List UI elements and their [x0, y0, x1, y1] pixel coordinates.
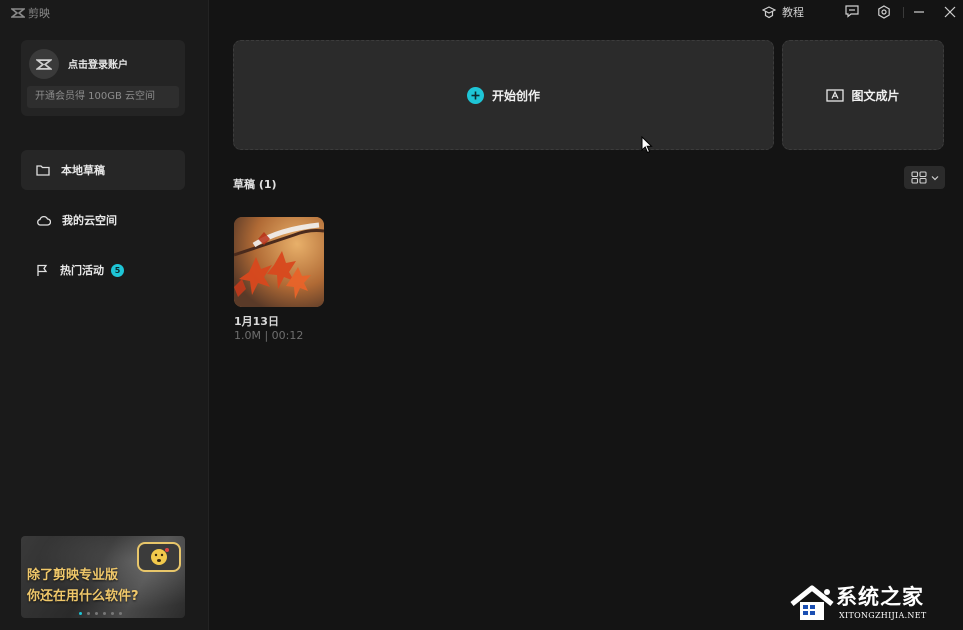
draft-meta: 1.0M | 00:12: [234, 329, 304, 342]
maple-leaves-image: [234, 217, 324, 307]
watermark-title: 系统之家: [836, 585, 924, 609]
feedback-icon: [845, 5, 859, 18]
sidebar: 剪映 点击登录账户 开通会员得 100GB 云空间 本地草稿 我的云空间 热门活…: [0, 0, 209, 630]
carousel-dot[interactable]: [79, 612, 82, 615]
text-to-video-label: 图文成片: [851, 88, 900, 103]
chevron-down-icon: [931, 175, 938, 180]
carousel-dot[interactable]: [95, 612, 98, 615]
graduation-cap-icon: [762, 5, 776, 18]
capcut-avatar-icon: [36, 58, 52, 70]
mouse-cursor-icon: [641, 136, 653, 154]
notification-badge: 5: [111, 263, 124, 277]
plus-icon: [466, 86, 484, 104]
promo-title-line2: 你还在用什么软件?: [27, 589, 139, 604]
login-link[interactable]: 点击登录账户: [68, 56, 128, 71]
grid-view-icon: [910, 171, 927, 184]
promo-title-line1: 除了剪映专业版: [27, 568, 119, 583]
text-image-icon: [826, 89, 845, 102]
flag-icon: [37, 264, 48, 276]
promo-banner[interactable]: 除了剪映专业版 你还在用什么软件?: [21, 536, 185, 618]
sidebar-item-label: 热门活动: [60, 264, 104, 277]
house-logo-icon: [790, 585, 834, 620]
carousel-dot[interactable]: [111, 612, 114, 615]
minimize-icon: [914, 11, 924, 13]
capcut-logo-icon: [11, 8, 25, 18]
sidebar-item-local-drafts[interactable]: 本地草稿: [21, 150, 185, 190]
folder-icon: [36, 165, 50, 176]
settings-button[interactable]: [877, 5, 891, 19]
minimize-button[interactable]: [913, 5, 925, 19]
avatar[interactable]: [29, 49, 59, 79]
account-card[interactable]: 点击登录账户 开通会员得 100GB 云空间: [21, 40, 185, 116]
start-creating-button[interactable]: 开始创作: [233, 40, 774, 150]
close-button[interactable]: [944, 5, 956, 19]
topbar-divider: [903, 7, 904, 18]
carousel-dot[interactable]: [119, 612, 122, 615]
drafts-heading: 草稿 (1): [233, 178, 277, 191]
tutorial-button[interactable]: 教程: [762, 4, 804, 20]
cloud-icon: [37, 215, 51, 226]
view-mode-toggle[interactable]: [904, 166, 945, 189]
sidebar-item-hot-events[interactable]: 热门活动 5: [21, 250, 185, 290]
draft-title[interactable]: 1月13日: [234, 313, 279, 329]
start-creating-label: 开始创作: [491, 88, 540, 103]
tutorial-label: 教程: [782, 6, 804, 19]
gear-icon: [878, 5, 890, 19]
text-to-video-button[interactable]: 图文成片: [782, 40, 944, 150]
sidebar-item-cloud-space[interactable]: 我的云空间: [21, 200, 185, 240]
site-watermark: 系统之家 XITONGZHIJIA.NET: [786, 580, 958, 626]
carousel-dot[interactable]: [87, 612, 90, 615]
close-icon: [944, 6, 956, 18]
carousel-dots[interactable]: [79, 612, 122, 615]
watermark-url: XITONGZHIJIA.NET: [839, 611, 927, 620]
carousel-dot[interactable]: [103, 612, 106, 615]
app-logo: 剪映: [11, 5, 50, 21]
app-name: 剪映: [28, 7, 50, 20]
sidebar-item-label: 我的云空间: [62, 214, 117, 227]
emoji-face-icon: [137, 542, 181, 572]
draft-thumbnail[interactable]: [234, 217, 324, 307]
vip-promo-button[interactable]: 开通会员得 100GB 云空间: [27, 86, 179, 108]
feedback-button[interactable]: [845, 5, 859, 18]
sidebar-item-label: 本地草稿: [61, 164, 105, 177]
